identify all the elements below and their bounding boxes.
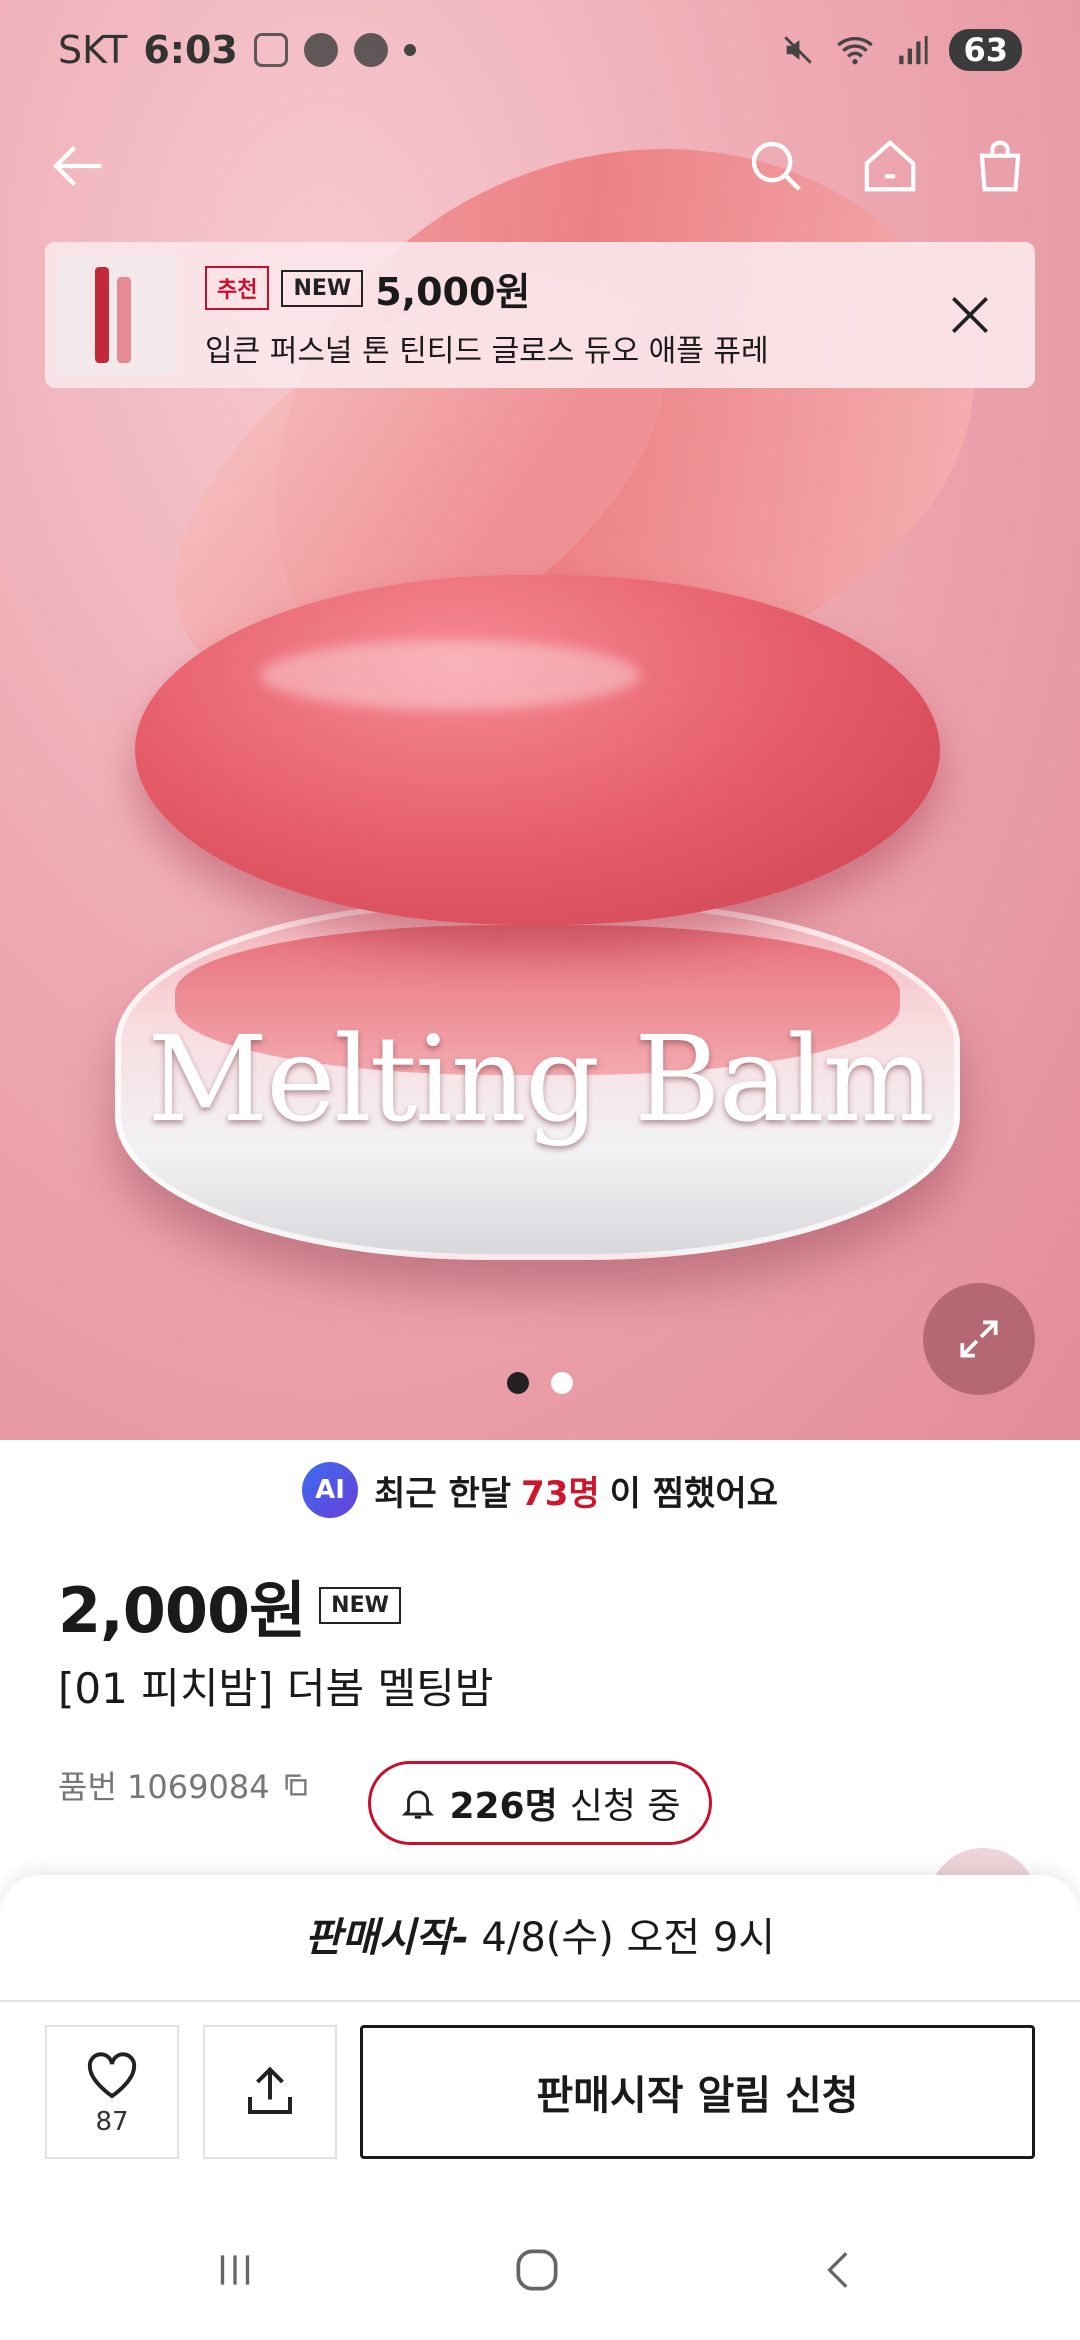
recommendation-thumbnail <box>57 255 177 375</box>
screenshot-icon <box>253 33 288 67</box>
copy-icon[interactable] <box>282 1771 310 1799</box>
close-icon <box>952 297 988 333</box>
share-button[interactable] <box>203 2025 337 2159</box>
mute-icon <box>784 36 813 64</box>
recent-apps-button[interactable] <box>200 2240 270 2300</box>
ai-summary-count: 73명 <box>521 1473 600 1514</box>
sale-start-line: 판매시작- 4/8(수) 오전 9시 <box>0 1905 1080 1963</box>
home-icon <box>864 139 916 192</box>
product-sku: 품번 1069084 <box>58 1762 310 1808</box>
carousel-dot[interactable] <box>507 1372 529 1394</box>
product-price: 2,000원 <box>58 1574 306 1647</box>
search-icon <box>751 141 801 191</box>
balm-lid-highlight <box>260 640 640 710</box>
cart-button[interactable] <box>962 128 1038 204</box>
product-image-carousel[interactable]: Melting Balm <box>0 0 1080 1440</box>
home-circle-icon <box>516 2249 558 2291</box>
wifi-icon <box>837 37 874 65</box>
banner-close-button[interactable] <box>945 290 995 340</box>
sale-notify-button[interactable]: 판매시작 알림 신청 <box>360 2025 1035 2159</box>
ai-wish-summary: AI 최근 한달 73명 이 찜했어요 <box>0 1462 1080 1518</box>
sale-start-date: 4/8(수) 오전 9시 <box>481 1915 776 1961</box>
product-name: [01 피치밤] 더봄 멜팅밤 <box>58 1664 494 1713</box>
talk-icon <box>353 33 388 67</box>
notification-dot-icon <box>403 44 416 56</box>
sale-start-label: 판매시작- <box>304 1915 469 1961</box>
ai-summary-suffix: 이 찜했어요 <box>609 1473 778 1514</box>
divider <box>0 2000 1080 2002</box>
battery-level: 63 <box>949 29 1022 71</box>
top-nav <box>0 120 1080 210</box>
system-nav-bar <box>0 2220 1080 2320</box>
applied-suffix: 신청 중 <box>569 1786 681 1827</box>
bell-icon <box>402 1790 435 1819</box>
heart-icon <box>87 2052 137 2099</box>
balm-lid <box>135 575 940 925</box>
product-image-text: Melting Balm <box>147 1010 934 1148</box>
back-button[interactable] <box>42 128 118 204</box>
recent-apps-icon <box>220 2255 250 2285</box>
shield-icon <box>303 33 338 67</box>
back-nav-button[interactable] <box>805 2240 875 2300</box>
home-nav-button[interactable] <box>502 2240 572 2300</box>
wishlist-button[interactable]: 87 <box>45 2025 179 2159</box>
product-new-badge: NEW <box>319 1586 401 1624</box>
product-price-row: 2,000원 NEW <box>58 1560 401 1650</box>
recommendation-name: 입큰 퍼스널 톤 틴티드 글로스 듀오 애플 퓨레 <box>205 333 769 369</box>
chevron-left-icon <box>827 2252 848 2288</box>
carrier: SKT <box>58 28 128 72</box>
arrow-left-icon <box>52 145 102 187</box>
applied-count: 226명 <box>449 1786 558 1827</box>
signal-icon <box>899 35 929 65</box>
recommend-badge: 추천 <box>205 266 270 310</box>
new-badge: NEW <box>281 269 364 307</box>
applied-count-badge: 226명 신청 중 <box>368 1761 712 1845</box>
carousel-dot[interactable] <box>551 1372 573 1394</box>
share-icon <box>248 2066 292 2114</box>
clock: 6:03 <box>143 28 238 72</box>
recommendation-banner[interactable]: 추천 NEW 5,000원 입큰 퍼스널 톤 틴티드 글로스 듀오 애플 퓨레 <box>45 242 1035 388</box>
expand-icon <box>960 1320 998 1358</box>
ai-badge: AI <box>302 1462 359 1518</box>
shopping-bag-icon <box>979 140 1021 192</box>
status-bar: SKT 6:03 63 <box>0 0 1080 100</box>
sku-text: 품번 1069084 <box>58 1768 270 1806</box>
recommendation-price: 5,000원 <box>375 269 531 314</box>
wishlist-count: 87 <box>95 2107 129 2137</box>
home-button[interactable] <box>852 128 928 204</box>
search-button[interactable] <box>738 128 814 204</box>
ai-summary-prefix: 최근 한달 <box>374 1473 512 1514</box>
carousel-indicator <box>0 1372 1080 1394</box>
